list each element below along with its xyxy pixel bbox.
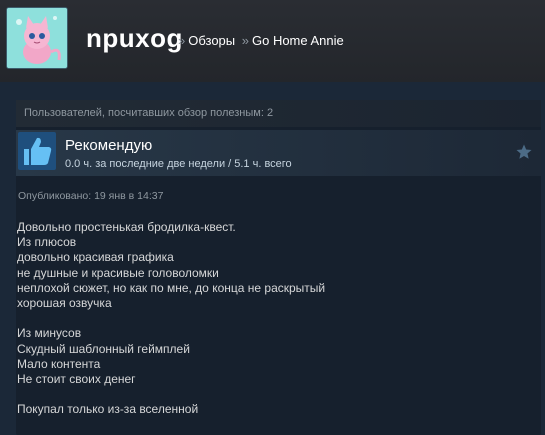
breadcrumb-game-link[interactable]: Go Home Annie	[252, 33, 344, 48]
avatar[interactable]	[6, 7, 68, 69]
thumbs-up-icon	[18, 132, 56, 170]
verdict-label[interactable]: Рекомендую	[65, 137, 152, 154]
review-line: довольно красивая графика	[17, 250, 174, 265]
helpful-count-text: Пользователей, посчитавших обзор полезны…	[24, 107, 274, 119]
persona-name[interactable]: npuxog	[86, 22, 183, 54]
breadcrumb-separator: »	[241, 33, 249, 48]
profile-header: npuxog » Обзоры » Go Home Annie	[0, 0, 545, 82]
review-line: не душные и красивые головоломки	[17, 265, 219, 280]
review-line: неплохой сюжет, но как по мне, до конца …	[17, 280, 326, 295]
review-body: Довольно простенькая бродилка-квест. Из …	[17, 220, 517, 417]
breadcrumb-separator: »	[178, 33, 186, 48]
review-line: Довольно простенькая бродилка-квест.	[17, 220, 236, 234]
review-line: Скудный шаблонный геймплей	[17, 341, 190, 356]
posted-date: Опубликовано: 19 янв в 14:37	[18, 190, 164, 202]
review-line: Из минусов	[17, 326, 82, 341]
avatar-image	[7, 8, 67, 68]
breadcrumb: » Обзоры » Go Home Annie	[175, 33, 344, 48]
review-verdict-header: Рекомендую 0.0 ч. за последние две недел…	[16, 130, 541, 176]
star-icon[interactable]	[515, 143, 533, 161]
review-line: Мало контента	[17, 356, 101, 371]
helpful-count-bar: Пользователей, посчитавших обзор полезны…	[16, 100, 541, 127]
review-line: Покупал только из-за вселенной	[17, 402, 199, 417]
review-line: Из плюсов	[17, 235, 77, 250]
review-line: Не стоит своих денег	[17, 371, 136, 386]
playtime-text: 0.0 ч. за последние две недели / 5.1 ч. …	[65, 158, 292, 170]
breadcrumb-reviews-link[interactable]: Обзоры	[188, 33, 235, 48]
review-line: хорошая озвучка	[17, 295, 112, 310]
